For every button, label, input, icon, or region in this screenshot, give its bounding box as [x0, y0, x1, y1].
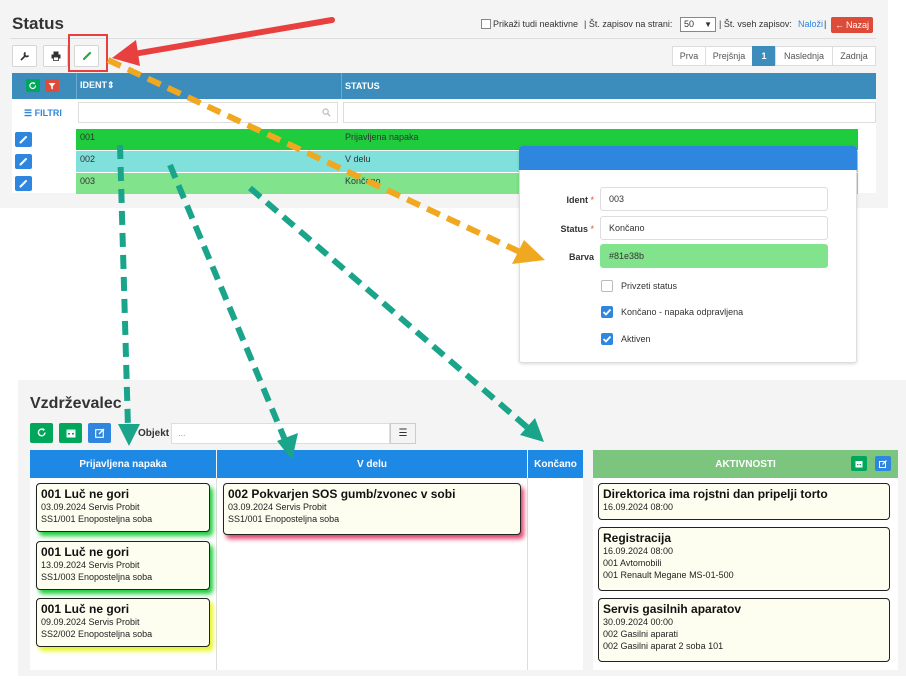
- annotation-arrows: [106, 17, 545, 460]
- teal-arrow: [248, 185, 530, 431]
- teal-arrow-head: [118, 424, 140, 446]
- orange-arrow: [106, 57, 522, 255]
- teal-arrow: [117, 144, 131, 429]
- red-arrow: [119, 17, 335, 59]
- teal-arrow-head: [277, 433, 298, 460]
